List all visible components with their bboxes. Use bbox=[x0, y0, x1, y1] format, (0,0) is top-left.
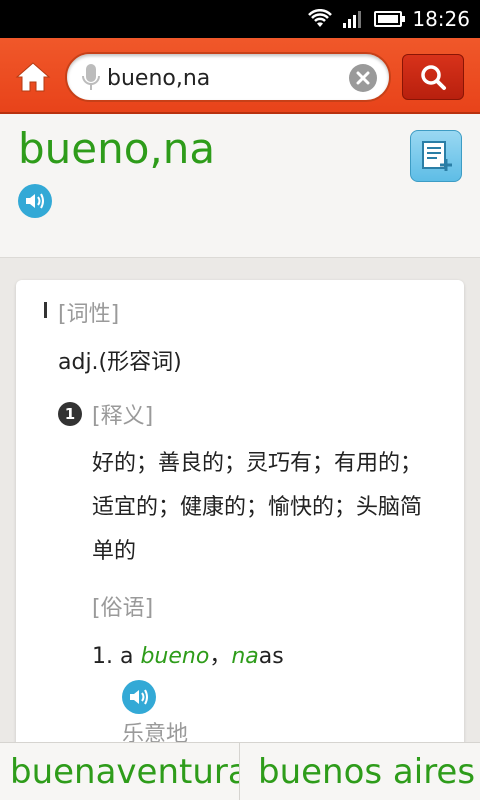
sense-number: 1 bbox=[58, 402, 82, 426]
example-separator: ， bbox=[209, 644, 232, 669]
word-header: bueno,na bbox=[0, 114, 480, 258]
status-icons: 18:26 bbox=[308, 0, 470, 38]
pronounce-button[interactable] bbox=[18, 184, 52, 218]
section-marker bbox=[44, 302, 47, 318]
example-highlight-1: bueno bbox=[140, 644, 210, 669]
battery-icon bbox=[374, 11, 406, 27]
example-suffix: as bbox=[258, 644, 284, 669]
example-prefix: 1. a bbox=[92, 644, 141, 669]
search-box[interactable] bbox=[65, 52, 391, 102]
search-button[interactable] bbox=[402, 54, 464, 100]
headword: bueno,na bbox=[18, 124, 216, 173]
home-icon bbox=[15, 62, 51, 92]
sense-label: [释义] bbox=[92, 404, 154, 429]
wifi-icon bbox=[308, 9, 333, 27]
clear-button[interactable] bbox=[349, 64, 377, 92]
example-pronounce-button[interactable] bbox=[122, 680, 156, 714]
definition-card: [词性] adj.(形容词) 1 [释义] 好的；善良的；灵巧有；有用的；适宜的… bbox=[16, 280, 464, 750]
previous-word-link[interactable]: buenaventura bbox=[0, 743, 240, 800]
next-word-link[interactable]: buenos aires bbox=[240, 743, 480, 800]
mic-icon[interactable] bbox=[79, 62, 103, 94]
word-navigation: buenaventura buenos aires bbox=[0, 742, 480, 800]
pos-value: adj.(形容词) bbox=[58, 350, 182, 375]
speaker-icon bbox=[26, 193, 44, 209]
idiom-label: [俗语] bbox=[92, 596, 154, 621]
status-bar: 18:26 bbox=[0, 0, 480, 38]
add-note-icon bbox=[422, 141, 452, 171]
add-to-wordbook-button[interactable] bbox=[410, 130, 462, 182]
search-icon bbox=[421, 65, 446, 90]
pos-label: [词性] bbox=[58, 302, 120, 327]
search-header bbox=[0, 38, 480, 114]
sense-text: 好的；善良的；灵巧有；有用的；适宜的；健康的；愉快的；头脑简单的 bbox=[92, 451, 423, 564]
search-input[interactable] bbox=[107, 60, 337, 96]
speaker-icon bbox=[130, 689, 148, 705]
close-icon bbox=[356, 71, 370, 85]
signal-icon bbox=[343, 11, 362, 28]
home-button[interactable] bbox=[10, 54, 56, 100]
example-highlight-2: na bbox=[231, 644, 259, 669]
status-time: 18:26 bbox=[412, 7, 470, 31]
example-sentence[interactable]: 1. a bueno，naas bbox=[92, 638, 284, 670]
